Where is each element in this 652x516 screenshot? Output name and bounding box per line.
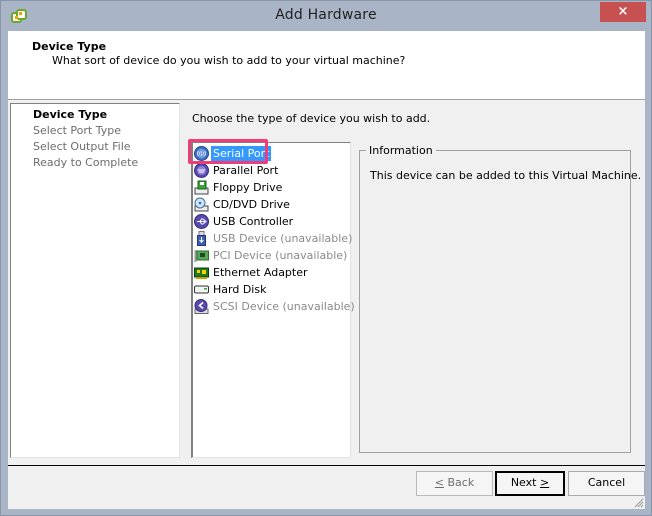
device-item-pci-device[interactable]: PCI Device (unavailable) [193, 247, 351, 264]
scsi-device-icon [194, 299, 209, 314]
step-ready-to-complete: Ready to Complete [33, 156, 139, 169]
back-label: Back [444, 476, 475, 489]
information-groupbox [359, 150, 631, 453]
device-item-serial-port[interactable]: 010 Serial Port [193, 145, 351, 162]
ethernet-adapter-icon [194, 267, 209, 279]
device-label: Ethernet Adapter [213, 266, 308, 279]
title-bar[interactable]: Add Hardware × [1, 1, 651, 31]
device-label: PCI Device (unavailable) [213, 249, 348, 262]
close-button[interactable]: × [600, 2, 646, 22]
device-item-scsi-device[interactable]: SCSI Device (unavailable) [193, 298, 355, 315]
device-label: Parallel Port [213, 164, 279, 177]
device-item-cd-dvd-drive[interactable]: CD/DVD Drive [193, 196, 351, 213]
device-label: CD/DVD Drive [213, 198, 290, 211]
svg-text:010: 010 [197, 152, 207, 158]
cancel-button[interactable]: Cancel [568, 471, 645, 496]
device-label: USB Controller [213, 215, 294, 228]
page-title: Device Type [32, 40, 107, 53]
back-mnemonic: < [434, 476, 444, 489]
device-label: Serial Port [211, 146, 272, 161]
information-text: This device can be added to this Virtual… [370, 169, 642, 182]
hard-disk-icon [194, 285, 209, 294]
usb-device-icon [197, 231, 206, 246]
device-type-list[interactable]: 010 Serial Port Parallel Port Floppy Dri… [191, 142, 355, 458]
cd-dvd-drive-icon [194, 197, 209, 212]
wizard-header: Device Type What sort of device do you w… [8, 31, 645, 100]
pci-device-icon [194, 250, 209, 262]
device-item-parallel-port[interactable]: Parallel Port [193, 162, 351, 179]
close-icon: × [617, 4, 629, 19]
serial-port-icon: 010 [194, 146, 209, 161]
device-item-usb-device[interactable]: USB Device (unavailable) [193, 230, 353, 247]
device-item-usb-controller[interactable]: USB Controller [193, 213, 351, 230]
footer-separator [8, 465, 645, 467]
usb-controller-icon [194, 214, 209, 229]
device-label: USB Device (unavailable) [213, 232, 353, 245]
resize-grip-icon[interactable] [632, 496, 644, 508]
parallel-port-icon [194, 163, 209, 178]
step-select-output-file: Select Output File [33, 140, 131, 153]
next-mnemonic: > [539, 476, 550, 489]
device-type-prompt: Choose the type of device you wish to ad… [192, 112, 431, 125]
add-hardware-dialog: Add Hardware × Device Type What sort of … [0, 0, 652, 516]
step-select-port-type: Select Port Type [33, 124, 121, 137]
device-label: Hard Disk [213, 283, 267, 296]
wizard-steps-panel: Device Type Select Port Type Select Outp… [10, 103, 180, 458]
device-item-floppy-drive[interactable]: Floppy Drive [193, 179, 351, 196]
back-button[interactable]: < Back [416, 471, 493, 496]
device-item-hard-disk[interactable]: Hard Disk [193, 281, 351, 298]
device-label: SCSI Device (unavailable) [213, 300, 355, 313]
next-button[interactable]: Next > [495, 471, 565, 496]
information-legend: Information [366, 144, 436, 157]
step-device-type: Device Type [33, 108, 108, 121]
dialog-client-area: Device Type What sort of device do you w… [8, 31, 645, 509]
device-item-ethernet-adapter[interactable]: Ethernet Adapter [193, 264, 351, 281]
floppy-drive-icon [194, 180, 209, 195]
next-label: Next [510, 476, 540, 489]
device-label: Floppy Drive [213, 181, 283, 194]
page-subtitle: What sort of device do you wish to add t… [52, 54, 406, 67]
window-title: Add Hardware [275, 7, 377, 23]
